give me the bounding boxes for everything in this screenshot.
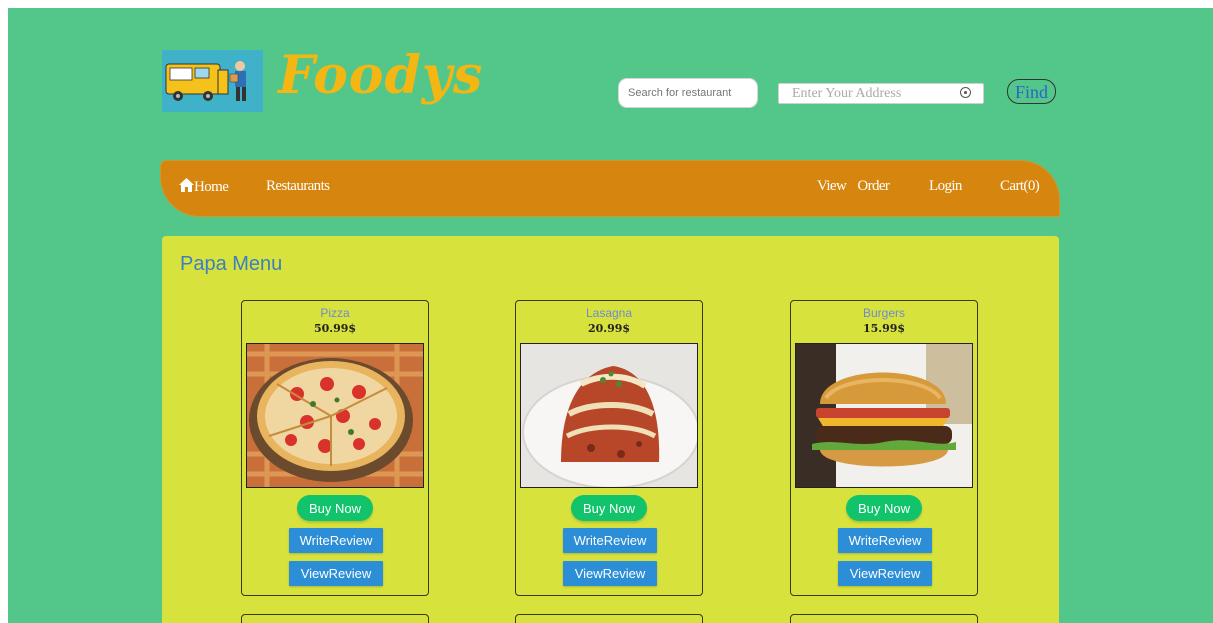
item-price: 15.99$ [862,322,906,335]
write-review-button[interactable]: WriteReview [289,528,383,553]
buy-now-button[interactable]: Buy Now [846,495,922,521]
nav-home-label: Home [194,179,229,195]
menu-item-card [515,614,703,623]
buy-now-button[interactable]: Buy Now [297,495,373,521]
nav-cart[interactable]: Cart(0) [1000,178,1040,195]
menu-panel: Papa Menu Pizza 50.99$ Buy Now WriteRevi… [162,236,1059,623]
item-price: 20.99$ [587,322,631,335]
view-review-button[interactable]: ViewReview [289,561,383,586]
menu-item-card [241,614,429,623]
pizza-image [246,343,424,488]
menu-item-card: Pizza 50.99$ Buy Now WriteReview ViewRev… [241,300,429,596]
locate-icon[interactable] [960,87,971,98]
lasagna-image [520,343,698,488]
brand-name[interactable]: Foodys [278,48,483,104]
page: Foodys Find Home Restaurants View Order … [8,8,1213,623]
main-nav: Home Restaurants View Order Login Cart(0… [160,160,1060,217]
nav-view-order[interactable]: View Order [817,178,890,195]
write-review-button[interactable]: WriteReview [838,528,932,553]
item-price: 50.99$ [313,322,357,335]
logo[interactable] [162,50,263,112]
item-name: Lasagna [585,306,633,320]
menu-item-card: Lasagna 20.99$ Buy Now WriteReview ViewR… [515,300,703,596]
delivery-truck-icon [162,50,263,112]
restaurant-search-input[interactable] [618,78,758,108]
address-input[interactable] [779,84,967,103]
menu-item-card [790,614,978,623]
find-button[interactable]: Find [1007,79,1056,104]
menu-item-card: Burgers 15.99$ Buy Now WriteReview ViewR… [790,300,978,596]
view-review-button[interactable]: ViewReview [563,561,657,586]
nav-login[interactable]: Login [929,178,962,195]
burger-image [795,343,973,488]
item-name: Pizza [320,306,350,320]
view-review-button[interactable]: ViewReview [838,561,932,586]
item-name: Burgers [862,306,906,320]
address-field [778,83,984,104]
nav-home[interactable]: Home [179,178,229,196]
nav-restaurants[interactable]: Restaurants [266,178,330,195]
write-review-button[interactable]: WriteReview [563,528,657,553]
home-icon [179,178,194,192]
buy-now-button[interactable]: Buy Now [571,495,647,521]
menu-title: Papa Menu [180,253,283,275]
